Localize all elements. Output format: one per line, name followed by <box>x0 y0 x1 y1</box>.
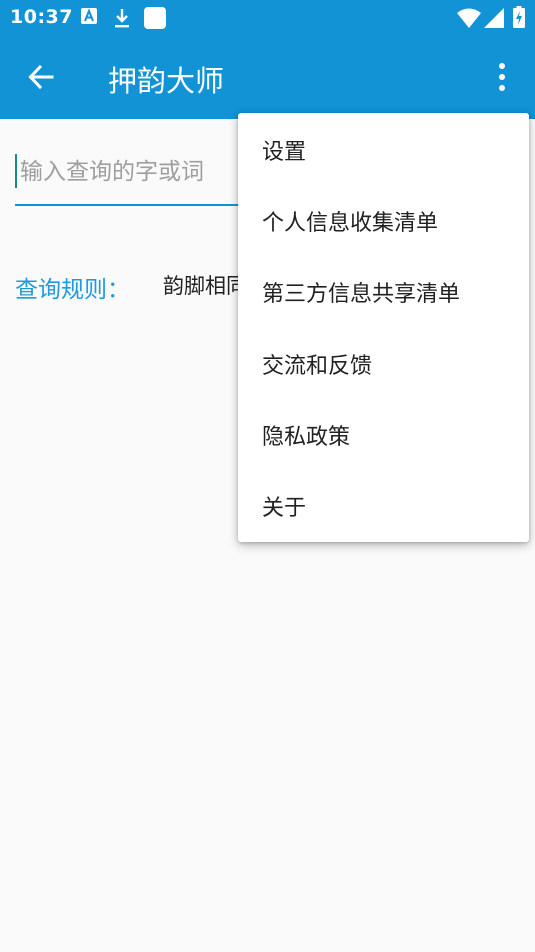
menu-item-third-party-sharing-list[interactable]: 第三方信息共享清单 <box>238 257 529 328</box>
menu-item-privacy-policy[interactable]: 隐私政策 <box>238 399 529 470</box>
page-title: 押韵大师 <box>108 64 225 98</box>
menu-item-settings[interactable]: 设置 <box>238 114 529 185</box>
status-time: 10:37 <box>10 6 73 28</box>
text-caret <box>15 154 17 188</box>
more-vertical-icon[interactable] <box>490 62 514 92</box>
status-bar: 10:37 <box>0 0 535 36</box>
signal-icon <box>484 8 504 28</box>
battery-charging-icon <box>513 6 525 28</box>
query-rule-label: 查询规则： <box>15 277 130 303</box>
query-rule-value[interactable]: 韵脚相同 <box>163 270 247 300</box>
screen: 10:37 押韵大师 输入查询的字或词 查询规则： 韵脚相同 设置 个人信息收集… <box>0 0 535 952</box>
overflow-menu: 设置 个人信息收集清单 第三方信息共享清单 交流和反馈 隐私政策 关于 <box>238 113 529 542</box>
menu-item-feedback[interactable]: 交流和反馈 <box>238 328 529 399</box>
menu-item-about[interactable]: 关于 <box>238 470 529 541</box>
a-notification-icon <box>81 8 97 24</box>
download-icon <box>115 9 129 28</box>
wifi-icon <box>457 8 481 28</box>
app-square-icon <box>144 7 166 29</box>
app-bar: 押韵大师 <box>0 36 535 119</box>
arrow-left-icon[interactable] <box>28 64 54 90</box>
menu-item-personal-info-list[interactable]: 个人信息收集清单 <box>238 185 529 256</box>
